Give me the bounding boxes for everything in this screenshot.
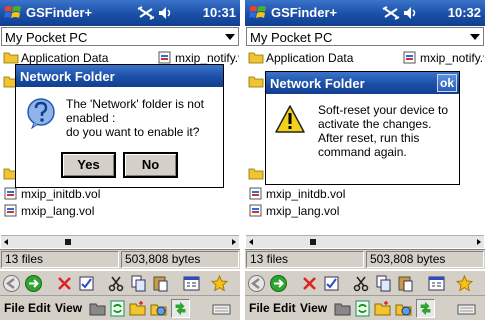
refresh-icon[interactable] bbox=[108, 299, 127, 318]
file-icon bbox=[4, 187, 17, 200]
menu-file[interactable]: File bbox=[249, 301, 270, 315]
title-bar: GSFinder+ 10:32 bbox=[245, 0, 485, 26]
dialog-title: Network Folder bbox=[16, 65, 223, 87]
delete-icon[interactable] bbox=[55, 274, 74, 293]
file-icon bbox=[4, 204, 17, 217]
new-folder-icon[interactable] bbox=[128, 299, 147, 318]
scroll-thumb[interactable] bbox=[65, 239, 71, 245]
toolbar-actions bbox=[0, 270, 240, 295]
ok-button[interactable]: ok bbox=[437, 74, 457, 92]
volume-icon[interactable] bbox=[157, 4, 175, 22]
cut-icon[interactable] bbox=[352, 274, 371, 293]
file-icon bbox=[158, 51, 171, 64]
scroll-left-icon[interactable] bbox=[4, 239, 8, 245]
new-folder-icon[interactable] bbox=[373, 299, 392, 318]
clock[interactable]: 10:32 bbox=[448, 5, 481, 20]
cut-icon[interactable] bbox=[107, 274, 126, 293]
total-size: 503,808 bytes bbox=[366, 251, 484, 268]
folder-icon bbox=[3, 52, 19, 64]
scroll-right-icon[interactable] bbox=[477, 239, 481, 245]
menu-bar: File Edit View bbox=[0, 295, 240, 320]
properties-icon[interactable] bbox=[427, 274, 446, 293]
forward-icon[interactable] bbox=[269, 274, 288, 293]
menu-file[interactable]: File bbox=[4, 301, 25, 315]
forward-icon[interactable] bbox=[24, 274, 43, 293]
scroll-left-icon[interactable] bbox=[249, 239, 253, 245]
file-icon bbox=[249, 187, 262, 200]
connectivity-icon[interactable] bbox=[382, 4, 400, 22]
file-icon bbox=[249, 204, 262, 217]
app-title: GSFinder+ bbox=[271, 5, 338, 20]
menu-edit[interactable]: Edit bbox=[273, 301, 296, 315]
chevron-down-icon[interactable] bbox=[225, 34, 235, 40]
connectivity-icon[interactable] bbox=[137, 4, 155, 22]
location-combo[interactable]: My Pocket PC bbox=[246, 27, 484, 46]
properties-icon[interactable] bbox=[182, 274, 201, 293]
app-title: GSFinder+ bbox=[26, 5, 93, 20]
screen-right: GSFinder+ 10:32 My Pocket PC Application… bbox=[245, 0, 485, 320]
refresh-icon[interactable] bbox=[353, 299, 372, 318]
folder-icon bbox=[248, 168, 264, 180]
total-size: 503,808 bytes bbox=[121, 251, 239, 268]
question-icon bbox=[27, 98, 55, 129]
start-menu-icon[interactable] bbox=[3, 3, 23, 23]
no-button[interactable]: No bbox=[123, 152, 178, 178]
folder-icon bbox=[248, 52, 264, 64]
network-folder-dialog: Network Folder The 'Network' folder is n… bbox=[15, 64, 224, 188]
screen-left: GSFinder+ 10:31 My Pocket PC Application… bbox=[0, 0, 240, 320]
chevron-down-icon[interactable] bbox=[470, 34, 480, 40]
toolbar-actions bbox=[245, 270, 485, 295]
folder-up-icon[interactable] bbox=[88, 299, 107, 318]
back-icon[interactable] bbox=[247, 274, 266, 293]
paste-icon[interactable] bbox=[151, 274, 170, 293]
paste-icon[interactable] bbox=[396, 274, 415, 293]
dialog-title: Network Folder ok bbox=[266, 72, 459, 94]
yes-button[interactable]: Yes bbox=[61, 152, 116, 178]
favorites-icon[interactable] bbox=[455, 274, 474, 293]
warning-icon bbox=[275, 105, 305, 133]
dialog-message: The 'Network' folder is not enabled : do… bbox=[66, 97, 204, 139]
start-menu-icon[interactable] bbox=[248, 3, 268, 23]
network-icon[interactable] bbox=[394, 299, 413, 318]
favorites-icon[interactable] bbox=[210, 274, 229, 293]
dialog-message: Soft-reset your device to activate the c… bbox=[318, 103, 449, 159]
scroll-right-icon[interactable] bbox=[232, 239, 236, 245]
copy-icon[interactable] bbox=[129, 274, 148, 293]
folder-icon bbox=[248, 76, 264, 88]
menu-view[interactable]: View bbox=[55, 301, 82, 315]
file-count: 13 files bbox=[1, 251, 119, 268]
status-bar: 13 files 503,808 bytes bbox=[0, 249, 240, 269]
network-icon[interactable] bbox=[149, 299, 168, 318]
back-icon[interactable] bbox=[2, 274, 21, 293]
horizontal-scrollbar[interactable] bbox=[246, 235, 484, 248]
clock[interactable]: 10:31 bbox=[203, 5, 236, 20]
file-count: 13 files bbox=[246, 251, 364, 268]
status-bar: 13 files 503,808 bytes bbox=[245, 249, 485, 269]
delete-icon[interactable] bbox=[300, 274, 319, 293]
menu-edit[interactable]: Edit bbox=[28, 301, 51, 315]
select-icon[interactable] bbox=[77, 274, 96, 293]
sync-icon[interactable] bbox=[171, 299, 190, 318]
network-folder-dialog: Network Folder ok Soft-reset your device… bbox=[265, 71, 460, 185]
folder-up-icon[interactable] bbox=[333, 299, 352, 318]
volume-icon[interactable] bbox=[402, 4, 420, 22]
scroll-thumb[interactable] bbox=[310, 239, 316, 245]
menu-view[interactable]: View bbox=[300, 301, 327, 315]
menu-bar: File Edit View bbox=[245, 295, 485, 320]
horizontal-scrollbar[interactable] bbox=[1, 235, 239, 248]
select-icon[interactable] bbox=[322, 274, 341, 293]
location-combo[interactable]: My Pocket PC bbox=[1, 27, 239, 46]
copy-icon[interactable] bbox=[374, 274, 393, 293]
sync-icon[interactable] bbox=[416, 299, 435, 318]
keyboard-icon[interactable] bbox=[457, 299, 476, 318]
title-bar: GSFinder+ 10:31 bbox=[0, 0, 240, 26]
location-value: My Pocket PC bbox=[5, 30, 88, 45]
keyboard-icon[interactable] bbox=[212, 299, 231, 318]
file-icon bbox=[403, 51, 416, 64]
location-value: My Pocket PC bbox=[250, 30, 333, 45]
